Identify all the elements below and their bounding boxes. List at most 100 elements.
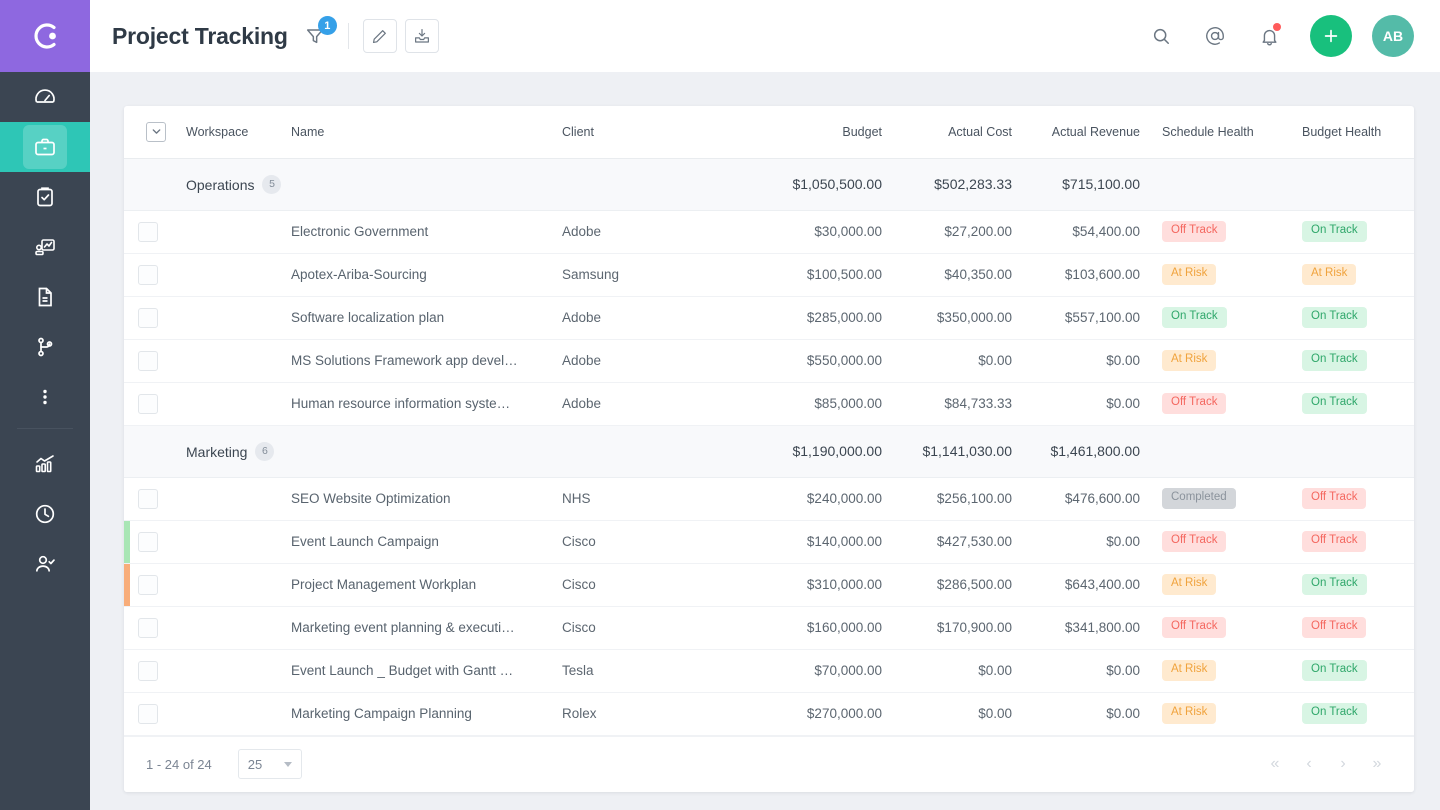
first-page-button[interactable]: « xyxy=(1258,749,1292,779)
app-logo[interactable] xyxy=(0,0,90,72)
clipboard-check-icon xyxy=(33,185,57,209)
sidebar-item-tasks[interactable] xyxy=(0,172,90,222)
row-schedule-health: At Risk xyxy=(1140,563,1280,607)
table-row[interactable]: Project Management Workplan Cisco $310,000… xyxy=(124,563,1414,607)
group-row[interactable]: Marketing 6 $1,190,000.00 $1,141,030.00 $1,4… xyxy=(124,425,1414,478)
sidebar-item-projects[interactable] xyxy=(0,122,90,172)
row-checkbox-cell xyxy=(124,692,186,736)
last-page-button[interactable]: » xyxy=(1360,749,1394,779)
row-checkbox[interactable] xyxy=(138,703,158,724)
search-icon xyxy=(1151,26,1172,47)
row-name-cell[interactable]: Software localization plan xyxy=(291,296,562,340)
group-expander-cell[interactable] xyxy=(124,425,186,478)
column-header-workspace[interactable]: Workspace xyxy=(186,106,291,159)
group-name: Marketing xyxy=(186,444,248,460)
select-all-checkbox[interactable] xyxy=(146,121,166,142)
table-row[interactable]: Event Launch _ Budget with Gantt … Tesla $… xyxy=(124,649,1414,693)
table-header-row: Workspace Name Client Budget Actual Cost… xyxy=(124,106,1414,159)
add-button[interactable] xyxy=(1310,15,1352,57)
row-client: Adobe xyxy=(562,339,722,383)
sidebar-item-reports[interactable] xyxy=(0,222,90,272)
prev-page-button[interactable]: ‹ xyxy=(1292,749,1326,779)
table-row[interactable]: Apotex-Ariba-Sourcing Samsung $100,500.00 $… xyxy=(124,253,1414,297)
column-header-budget-health[interactable]: Budget Health xyxy=(1280,106,1414,159)
group-actual-cost-total: $1,141,030.00 xyxy=(882,425,1012,478)
sidebar-item-more[interactable] xyxy=(0,372,90,422)
row-budget-health: Off Track xyxy=(1280,606,1414,650)
avatar[interactable]: AB xyxy=(1372,15,1414,57)
row-workspace-cell xyxy=(186,477,291,521)
row-name-cell[interactable]: SEO Website Optimization xyxy=(291,477,562,521)
status-badge: At Risk xyxy=(1162,574,1217,595)
row-checkbox-cell xyxy=(124,649,186,693)
sidebar-item-documents[interactable] xyxy=(0,272,90,322)
sidebar-item-resources[interactable] xyxy=(0,539,90,589)
table-row[interactable]: Software localization plan Adobe $285,000.… xyxy=(124,296,1414,340)
table-row[interactable]: Event Launch Campaign Cisco $140,000.00 $42… xyxy=(124,520,1414,564)
group-expander-cell[interactable] xyxy=(124,158,186,211)
row-checkbox[interactable] xyxy=(138,264,158,285)
edit-button[interactable] xyxy=(362,19,397,53)
row-actual-revenue: $0.00 xyxy=(1012,339,1140,383)
row-actual-revenue: $341,800.00 xyxy=(1012,606,1140,650)
row-client: NHS xyxy=(562,477,722,521)
table-row[interactable]: SEO Website Optimization NHS $240,000.00 $2… xyxy=(124,477,1414,521)
row-checkbox[interactable] xyxy=(138,531,158,552)
row-name-cell[interactable]: Human resource information syste… xyxy=(291,382,562,426)
column-header-actual-revenue[interactable]: Actual Revenue xyxy=(1012,106,1140,159)
notifications-button[interactable] xyxy=(1252,19,1286,53)
row-client: Cisco xyxy=(562,563,722,607)
sidebar-item-timesheets[interactable] xyxy=(0,489,90,539)
export-button[interactable] xyxy=(404,19,439,53)
search-button[interactable] xyxy=(1144,19,1178,53)
group-row[interactable]: Operations 5 $1,050,500.00 $502,283.33 $715,… xyxy=(124,158,1414,211)
column-header-name[interactable]: Name xyxy=(291,106,562,159)
row-checkbox-cell xyxy=(124,296,186,340)
column-header-actual-cost[interactable]: Actual Cost xyxy=(882,106,1012,159)
row-actual-cost: $427,530.00 xyxy=(882,520,1012,564)
row-budget: $70,000.00 xyxy=(722,649,882,693)
page-size-select[interactable]: 25 xyxy=(237,749,302,779)
row-checkbox[interactable] xyxy=(138,660,158,681)
row-name-cell[interactable]: Marketing Campaign Planning xyxy=(291,692,562,736)
row-checkbox-cell xyxy=(124,253,186,297)
row-budget: $160,000.00 xyxy=(722,606,882,650)
status-badge: On Track xyxy=(1162,307,1227,328)
table-row[interactable]: Marketing Campaign Planning Rolex $270,000… xyxy=(124,692,1414,736)
row-actual-revenue: $643,400.00 xyxy=(1012,563,1140,607)
table-row[interactable]: Human resource information syste… Adobe $8… xyxy=(124,382,1414,426)
row-name-cell[interactable]: Event Launch Campaign xyxy=(291,520,562,564)
row-actual-cost: $40,350.00 xyxy=(882,253,1012,297)
row-workspace-cell xyxy=(186,382,291,426)
row-checkbox[interactable] xyxy=(138,617,158,638)
column-header-budget[interactable]: Budget xyxy=(722,106,882,159)
row-checkbox[interactable] xyxy=(138,488,158,509)
table-row[interactable]: Marketing event planning & executi… Cisco… xyxy=(124,606,1414,650)
row-checkbox[interactable] xyxy=(138,574,158,595)
row-name-cell[interactable]: Project Management Workplan xyxy=(291,563,562,607)
sidebar-item-analytics[interactable] xyxy=(0,439,90,489)
sidebar-item-dashboard[interactable] xyxy=(0,72,90,122)
status-badge: At Risk xyxy=(1162,350,1217,371)
row-name-cell[interactable]: Apotex-Ariba-Sourcing xyxy=(291,253,562,297)
row-name-cell[interactable]: Event Launch _ Budget with Gantt … xyxy=(291,649,562,693)
status-badge: On Track xyxy=(1302,574,1367,595)
row-checkbox[interactable] xyxy=(138,393,158,414)
table-body: Operations 5 $1,050,500.00 $502,283.33 $715,… xyxy=(124,158,1414,736)
next-page-button[interactable]: › xyxy=(1326,749,1360,779)
at-mention-icon xyxy=(1204,25,1226,47)
table-row[interactable]: Electronic Government Adobe $30,000.00 $27,… xyxy=(124,210,1414,254)
row-name-cell[interactable]: Marketing event planning & executi… xyxy=(291,606,562,650)
row-name-cell[interactable]: MS Solutions Framework app devel… xyxy=(291,339,562,383)
filter-button[interactable]: 1 xyxy=(304,16,337,47)
row-checkbox[interactable] xyxy=(138,350,158,371)
row-checkbox[interactable] xyxy=(138,307,158,328)
row-name-cell[interactable]: Electronic Government xyxy=(291,210,562,254)
table-row[interactable]: MS Solutions Framework app devel… Adobe $5… xyxy=(124,339,1414,383)
column-header-client[interactable]: Client xyxy=(562,106,722,159)
row-name: Apotex-Ariba-Sourcing xyxy=(291,267,427,282)
column-header-schedule-health[interactable]: Schedule Health xyxy=(1140,106,1280,159)
sidebar-item-workflow[interactable] xyxy=(0,322,90,372)
row-checkbox[interactable] xyxy=(138,221,158,242)
mentions-button[interactable] xyxy=(1198,19,1232,53)
